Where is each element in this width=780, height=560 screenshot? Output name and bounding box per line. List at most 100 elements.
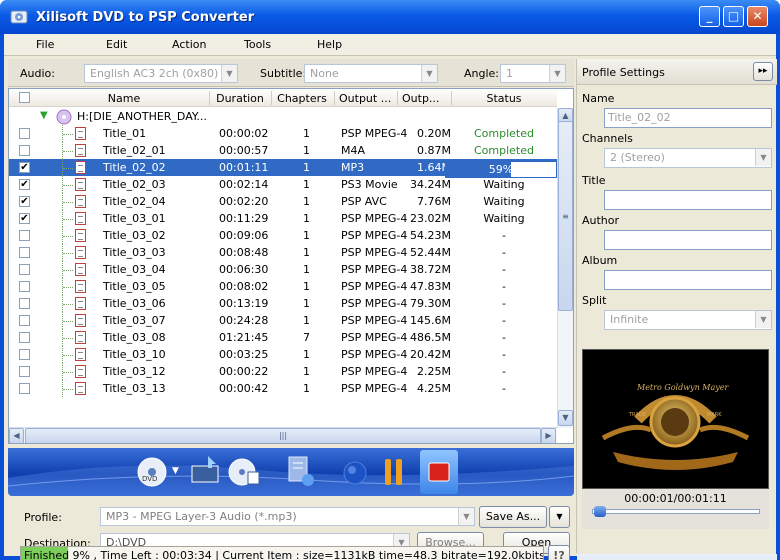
table-row[interactable]: ✔ Title_03_01 00:11:29 1 PSP MPEG-4 23.02M Wai… [9, 210, 557, 227]
title-bar[interactable]: Xilisoft DVD to PSP Converter _ □ ✕ [0, 0, 780, 34]
seek-thumb[interactable] [594, 506, 607, 517]
expand-panel-button[interactable]: ▸▸ [753, 62, 773, 81]
table-row[interactable]: Title_03_10 00:03:25 1 PSP MPEG-4 20.42M - [9, 346, 557, 363]
row-checkbox[interactable] [19, 315, 30, 326]
stop-button[interactable] [420, 450, 458, 494]
title-field[interactable] [604, 190, 772, 210]
row-checkbox[interactable] [19, 145, 30, 156]
scroll-right-button[interactable]: ▶ [541, 428, 556, 443]
col-chapters[interactable]: Chapters [271, 92, 333, 105]
row-checkbox[interactable] [19, 366, 30, 377]
row-checkbox[interactable] [19, 128, 30, 139]
row-checkbox[interactable]: ✔ [19, 196, 30, 207]
row-output: PSP MPEG-4 [341, 229, 408, 242]
menu-edit[interactable]: Edit [106, 38, 127, 51]
name-label: Name [582, 92, 615, 105]
table-row[interactable]: Title_01 00:00:02 1 PSP MPEG-4 0.20M Complete… [9, 125, 557, 142]
col-name[interactable]: Name [39, 92, 209, 105]
row-checkbox[interactable] [19, 349, 30, 360]
expand-arrow-icon[interactable]: ▼ [40, 110, 48, 121]
table-row[interactable]: Title_03_12 00:00:22 1 PSP MPEG-4 2.25M - [9, 363, 557, 380]
close-button[interactable]: ✕ [747, 6, 768, 27]
row-checkbox[interactable]: ✔ [19, 179, 30, 190]
maximize-button[interactable]: □ [723, 6, 744, 27]
add-task-icon[interactable] [286, 454, 316, 488]
author-field[interactable] [604, 230, 772, 250]
save-as-button[interactable]: Save As... [479, 506, 547, 528]
row-duration: 00:24:28 [219, 314, 269, 327]
row-checkbox[interactable]: ✔ [19, 213, 30, 224]
audio-select[interactable]: English AC3 2ch (0x80) ▼ [84, 64, 238, 83]
help-button[interactable]: !? [548, 545, 570, 560]
table-row[interactable]: Title_03_02 00:09:06 1 PSP MPEG-4 54.23M - [9, 227, 557, 244]
table-row[interactable]: Title_03_07 00:24:28 1 PSP MPEG-4 145.6M - [9, 312, 557, 329]
scroll-down-button[interactable]: ▼ [558, 410, 573, 426]
vertical-scrollbar[interactable]: ▲ ≡ ▼ [557, 108, 573, 428]
file-icon [75, 144, 86, 157]
table-row[interactable]: ✔ Title_02_02 00:01:11 1 MP3 1.64M 59% [9, 159, 557, 178]
table-row[interactable]: ✔ Title_02_04 00:02:20 1 PSP AVC 7.76M Waiting [9, 193, 557, 210]
convert-icon[interactable] [342, 460, 368, 486]
dvd-root-row[interactable]: ▼ H:[DIE_ANOTHER_DAY... [9, 108, 557, 125]
table-row[interactable]: Title_03_03 00:08:48 1 PSP MPEG-4 52.44M - [9, 244, 557, 261]
horizontal-scrollbar[interactable]: ◀ ||| ▶ [9, 427, 557, 443]
row-checkbox[interactable] [19, 298, 30, 309]
table-row[interactable]: Title_03_04 00:06:30 1 PSP MPEG-4 38.72M - [9, 261, 557, 278]
table-row[interactable]: ✔ Title_02_03 00:02:14 1 PS3 Movie 34.24M Wait… [9, 176, 557, 193]
column-divider[interactable] [334, 91, 335, 105]
row-duration: 00:08:02 [219, 280, 269, 293]
table-row[interactable]: Title_03_05 00:08:02 1 PSP MPEG-4 47.83M - [9, 278, 557, 295]
save-as-dropdown[interactable]: ▼ [549, 506, 570, 528]
row-checkbox[interactable] [19, 247, 30, 258]
menu-file[interactable]: File [36, 38, 54, 51]
scroll-thumb[interactable]: ≡ [558, 121, 573, 311]
add-profile-icon[interactable] [186, 454, 222, 488]
seek-bar[interactable] [592, 506, 760, 517]
scroll-hthumb[interactable]: ||| [25, 428, 541, 443]
row-checkbox[interactable]: ✔ [19, 162, 30, 173]
menu-tools[interactable]: Tools [244, 38, 271, 51]
add-dvd-icon[interactable]: DVD [136, 456, 168, 488]
row-chapters: 1 [303, 314, 310, 327]
select-all-checkbox[interactable] [19, 92, 30, 103]
subtitle-select[interactable]: None ▼ [304, 64, 438, 83]
tree-line [63, 185, 73, 186]
subtitle-value: None [310, 67, 339, 80]
row-checkbox[interactable] [19, 281, 30, 292]
angle-label: Angle: [464, 67, 500, 80]
split-select[interactable]: Infinite ▼ [604, 310, 772, 330]
column-divider[interactable] [397, 91, 398, 105]
col-output[interactable]: Output ... [339, 92, 397, 105]
profile-select[interactable]: MP3 - MPEG Layer-3 Audio (*.mp3) ▼ [100, 507, 475, 526]
menu-action[interactable]: Action [172, 38, 206, 51]
channels-select[interactable]: 2 (Stereo) ▼ [604, 148, 772, 168]
table-row[interactable]: Title_03_13 00:00:42 1 PSP MPEG-4 4.25M - [9, 380, 557, 397]
angle-select[interactable]: 1 ▼ [500, 64, 566, 83]
row-size: 38.72M [410, 263, 451, 276]
scroll-left-button[interactable]: ◀ [9, 428, 24, 443]
col-status[interactable]: Status [451, 92, 557, 105]
dvd-root-label: H:[DIE_ANOTHER_DAY... [77, 110, 207, 123]
row-checkbox[interactable] [19, 332, 30, 343]
row-output: PSP MPEG-4 [341, 246, 408, 259]
menu-bar: File Edit Action Tools Help [4, 34, 776, 56]
disc-settings-icon[interactable] [228, 456, 260, 488]
col-output-size[interactable]: Outp... [402, 92, 452, 105]
col-duration[interactable]: Duration [209, 92, 271, 105]
file-grid: Name Duration Chapters Output ... Outp..… [8, 88, 574, 444]
minimize-button[interactable]: _ [699, 6, 720, 27]
row-checkbox[interactable] [19, 383, 30, 394]
file-icon [75, 195, 86, 208]
pause-icon[interactable] [382, 456, 406, 488]
name-field[interactable]: Title_02_02 [604, 108, 772, 128]
table-row[interactable]: Title_03_06 00:13:19 1 PSP MPEG-4 79.30M - [9, 295, 557, 312]
dropdown-arrow-icon[interactable]: ▼ [172, 466, 179, 476]
table-row[interactable]: Title_03_08 01:21:45 7 PSP MPEG-4 486.5M - [9, 329, 557, 346]
row-checkbox[interactable] [19, 230, 30, 241]
menu-help[interactable]: Help [317, 38, 342, 51]
album-field[interactable] [604, 270, 772, 290]
table-row[interactable]: Title_02_01 00:00:57 1 M4A 0.87M Completed [9, 142, 557, 159]
row-status: Waiting [483, 178, 525, 191]
output-panel: Profile: MP3 - MPEG Layer-3 Audio (*.mp3… [8, 497, 574, 554]
row-checkbox[interactable] [19, 264, 30, 275]
